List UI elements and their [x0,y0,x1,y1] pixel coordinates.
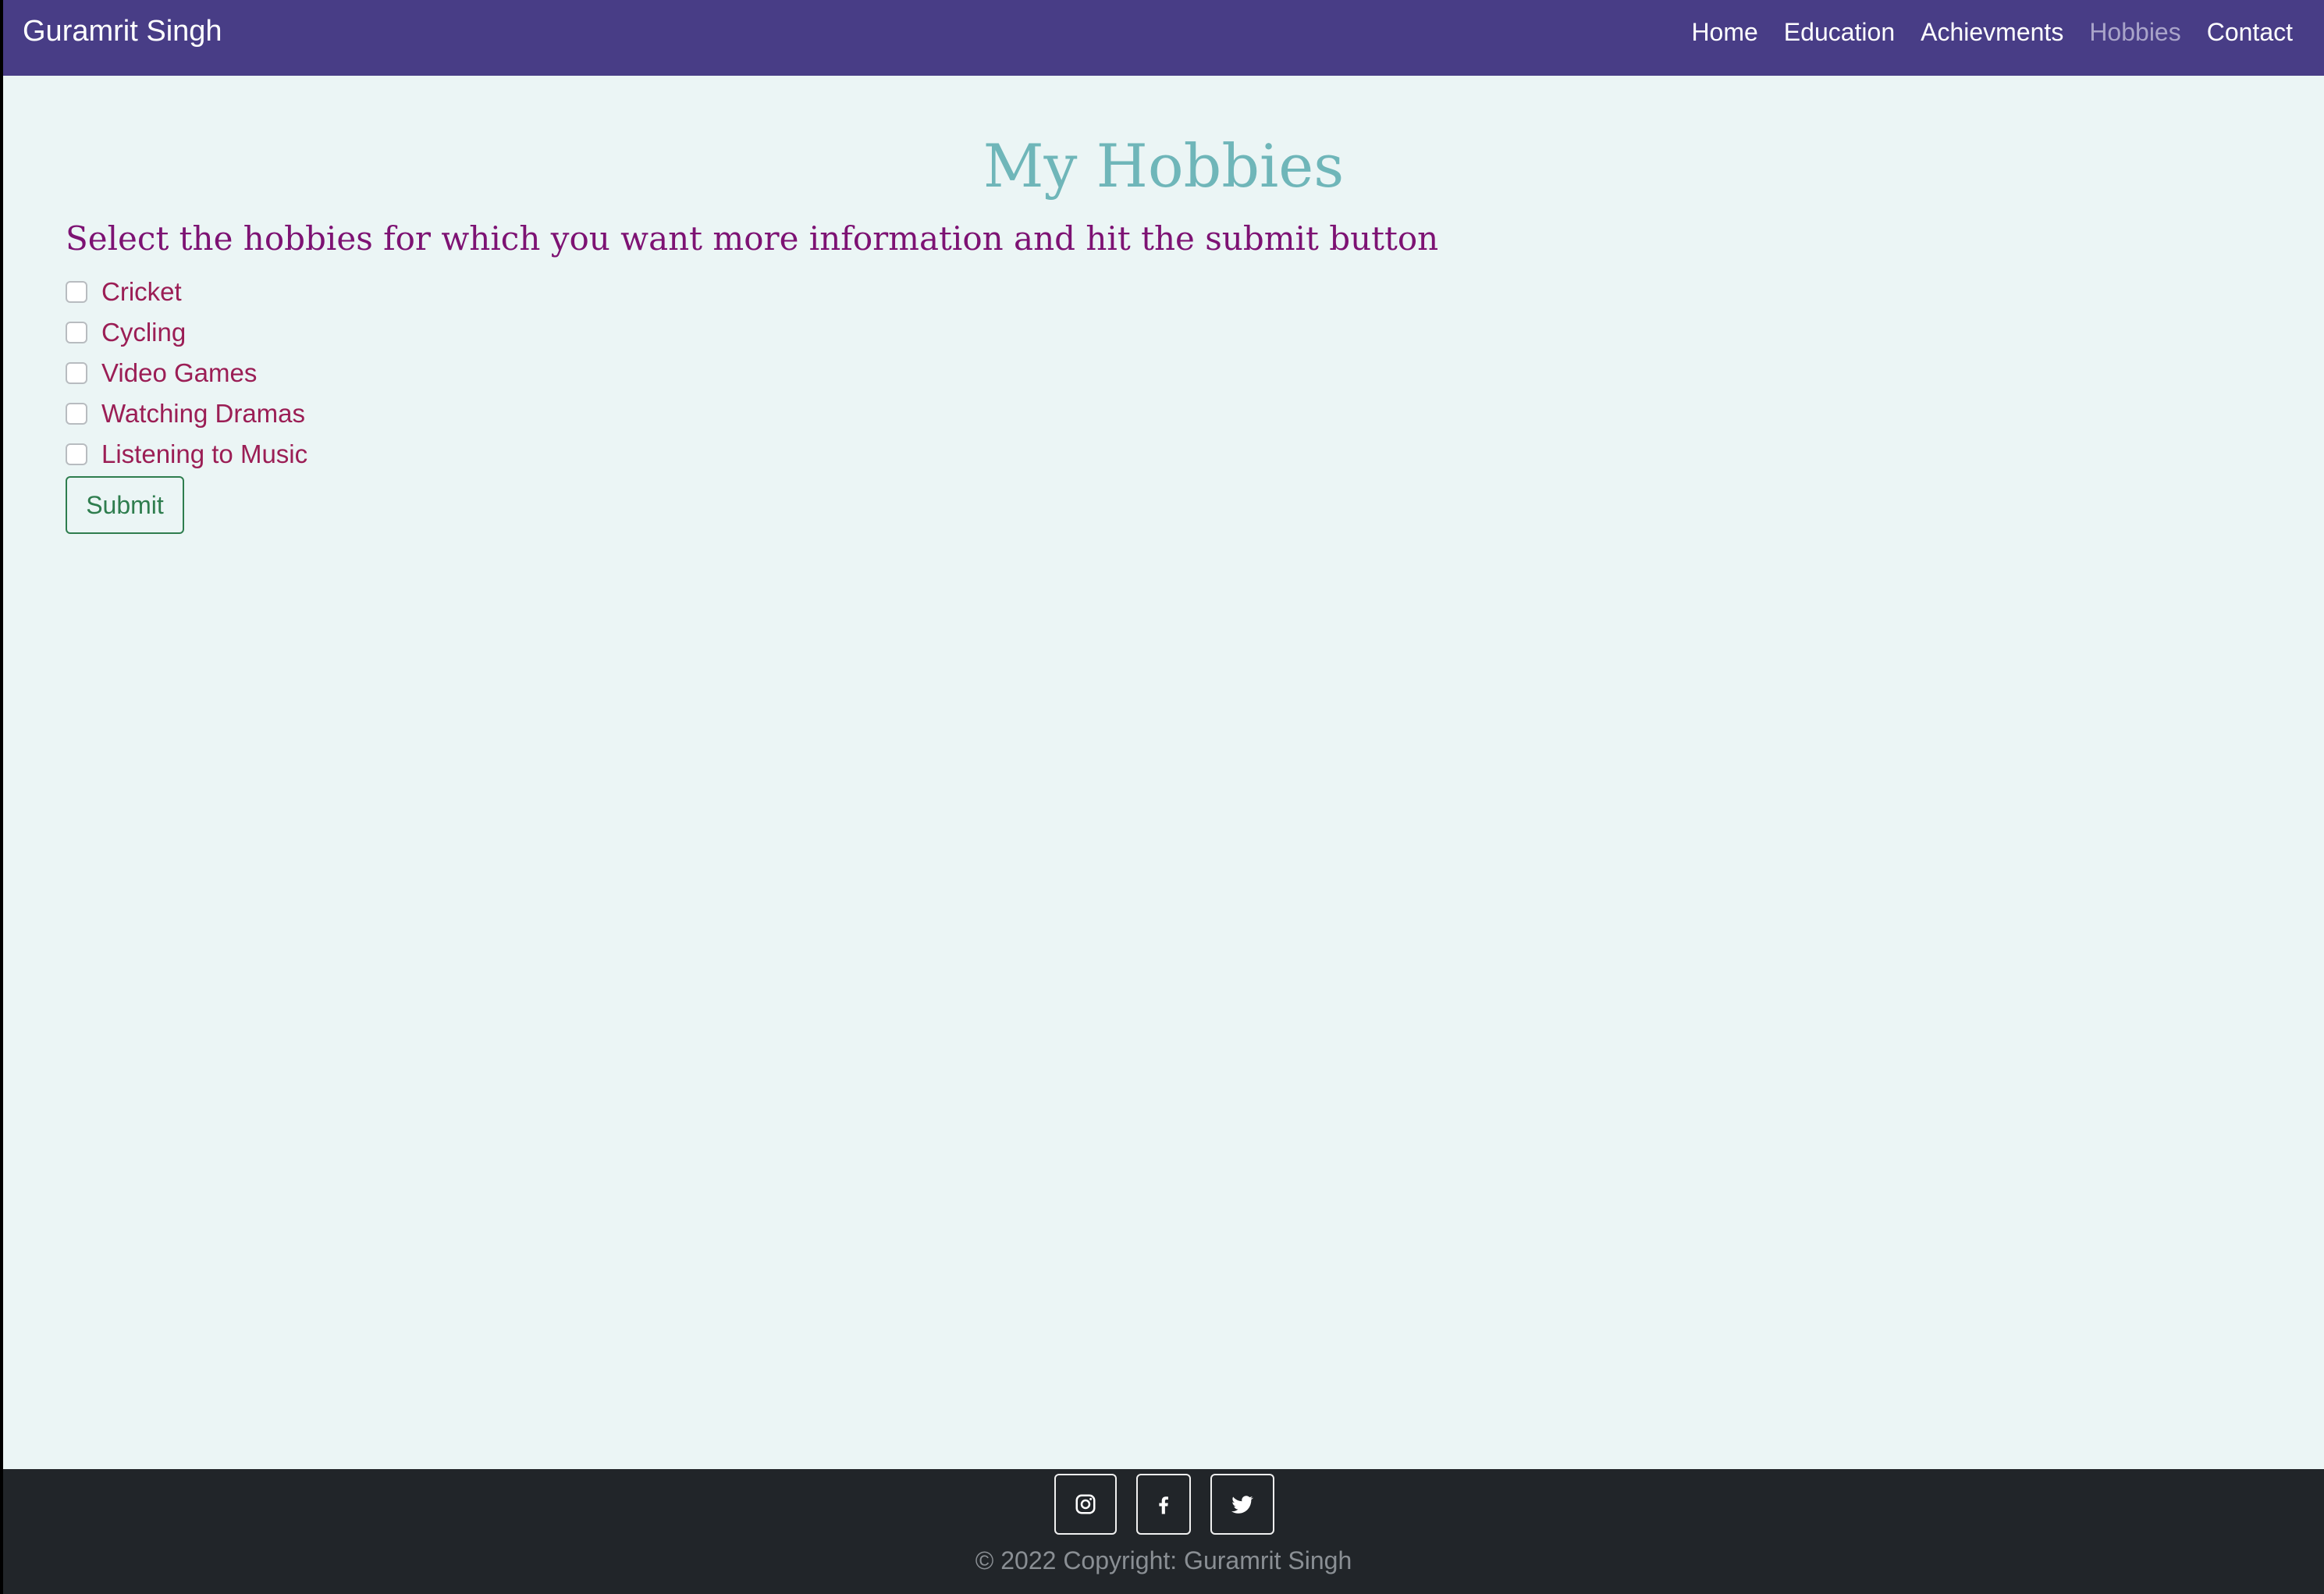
nav-link-hobbies[interactable]: Hobbies [2089,16,2180,48]
checkbox-video-games[interactable] [66,362,87,384]
nav-link-achievments[interactable]: Achievments [1921,16,2063,48]
checkbox-label[interactable]: Video Games [101,353,257,393]
checkbox-cricket[interactable] [66,281,87,303]
nav-link-home[interactable]: Home [1691,16,1757,48]
checkbox-label[interactable]: Watching Dramas [101,393,305,434]
checkbox-watching-dramas[interactable] [66,403,87,425]
submit-button[interactable]: Submit [66,476,184,534]
hobby-option-watching-dramas: Watching Dramas [66,393,307,434]
twitter-icon [1231,1496,1254,1514]
checkbox-listening-to-music[interactable] [66,443,87,465]
hobby-option-listening-to-music: Listening to Music [66,434,307,475]
instagram-icon [1075,1494,1096,1514]
footer: © 2022 Copyright: Guramrit Singh [3,1469,2324,1594]
facebook-icon [1159,1496,1168,1514]
navbar: Guramrit Singh Home Education Achievment… [3,0,2324,76]
page-instructions: Select the hobbies for which you want mo… [66,219,1439,258]
checkbox-cycling[interactable] [66,322,87,343]
hobby-option-cycling: Cycling [66,312,307,353]
nav-link-education[interactable]: Education [1784,16,1895,48]
page: Guramrit Singh Home Education Achievment… [3,0,2324,1594]
nav-link-contact[interactable]: Contact [2207,16,2293,48]
hobby-option-video-games: Video Games [66,353,307,393]
instagram-button[interactable] [1054,1474,1117,1535]
copyright-text: © 2022 Copyright: Guramrit Singh [975,1546,1352,1574]
page-title: My Hobbies [983,131,1345,201]
twitter-button[interactable] [1210,1474,1274,1535]
nav-links: Home Education Achievments Hobbies Conta… [1691,16,2293,48]
checkbox-label[interactable]: Cycling [101,312,186,353]
hobby-checklist: Cricket Cycling Video Games Watching Dra… [66,272,307,475]
checkbox-label[interactable]: Cricket [101,272,182,312]
facebook-button[interactable] [1136,1474,1191,1535]
checkbox-label[interactable]: Listening to Music [101,434,307,475]
hobby-option-cricket: Cricket [66,272,307,312]
brand-link[interactable]: Guramrit Singh [23,12,222,50]
